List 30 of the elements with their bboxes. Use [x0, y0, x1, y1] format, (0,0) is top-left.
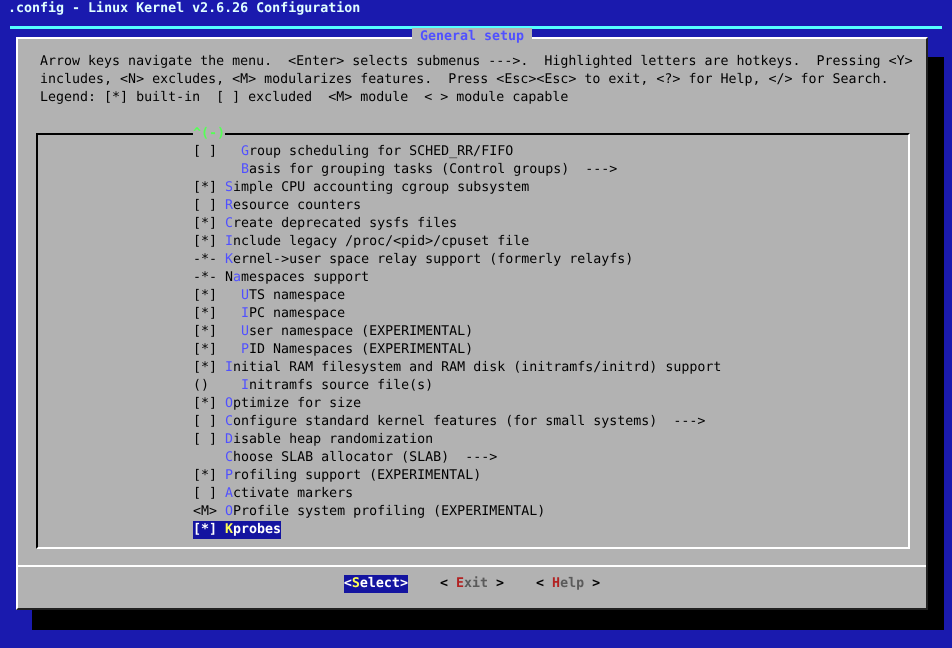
menu-item[interactable]: Basis for grouping tasks (Control groups) --->: [193, 161, 618, 179]
help-text: Legend: [*] built-in [ ] excluded <M> module < > module capable: [40, 89, 570, 107]
menu-item[interactable]: [ ] Configure standard kernel features (for small systems) --->: [193, 413, 706, 431]
menu-item[interactable]: [*] UTS namespace: [193, 287, 346, 305]
dialog-button[interactable]: <Select>: [344, 575, 408, 593]
menu-item[interactable]: [ ] Activate markers: [193, 485, 354, 503]
menu-item[interactable]: [ ] Group scheduling for SCHED_RR/FIFO: [193, 143, 514, 161]
dialog-button[interactable]: < Exit >: [440, 575, 504, 593]
window-title: .config - Linux Kernel v2.6.26 Configuration: [8, 0, 360, 18]
menu-item[interactable]: [*] PID Namespaces (EXPERIMENTAL): [193, 341, 474, 359]
menu-item[interactable]: [*] User namespace (EXPERIMENTAL): [193, 323, 474, 341]
menu-item[interactable]: () Initramfs source file(s): [193, 377, 434, 395]
menu-item[interactable]: [*] Kprobes: [193, 521, 282, 539]
menu-item[interactable]: [*] Include legacy /proc/<pid>/cpuset file: [193, 233, 530, 251]
dialog-title: General setup: [412, 28, 532, 46]
menu-item[interactable]: -*- Kernel->user space relay support (formerly relayfs): [193, 251, 634, 269]
dialog-button[interactable]: < Help >: [536, 575, 600, 593]
menu-item[interactable]: -*- Namespaces support: [193, 269, 370, 287]
help-text: Arrow keys navigate the menu. <Enter> selects submenus --->. Highlighted letters are hotkeys. Pressing <Y>: [40, 53, 914, 71]
menu-item[interactable]: [*] Simple CPU accounting cgroup subsystem: [193, 179, 530, 197]
menu-item[interactable]: [*] Optimize for size: [193, 395, 362, 413]
menu-item[interactable]: [*] Initial RAM filesystem and RAM disk (initramfs/initrd) support: [193, 359, 722, 377]
menu-item[interactable]: [*] IPC namespace: [193, 305, 346, 323]
menu-item[interactable]: [ ] Resource counters: [193, 197, 362, 215]
menu-item[interactable]: [*] C reate deprecated sysfs files: [193, 215, 458, 233]
menu-item[interactable]: <M> OProfile system profiling (EXPERIMENTAL): [193, 503, 546, 521]
help-text: includes, <N> excludes, <M> modularizes features. Press <Esc><Esc> to exit, <?> for Help, </> for Search.: [40, 71, 890, 89]
menu-item[interactable]: [ ] Disable heap randomization: [193, 431, 434, 449]
menu-item[interactable]: Choose SLAB allocator (SLAB) --->: [193, 449, 498, 467]
menu-item[interactable]: [*] Profiling support (EXPERIMENTAL): [193, 467, 482, 485]
